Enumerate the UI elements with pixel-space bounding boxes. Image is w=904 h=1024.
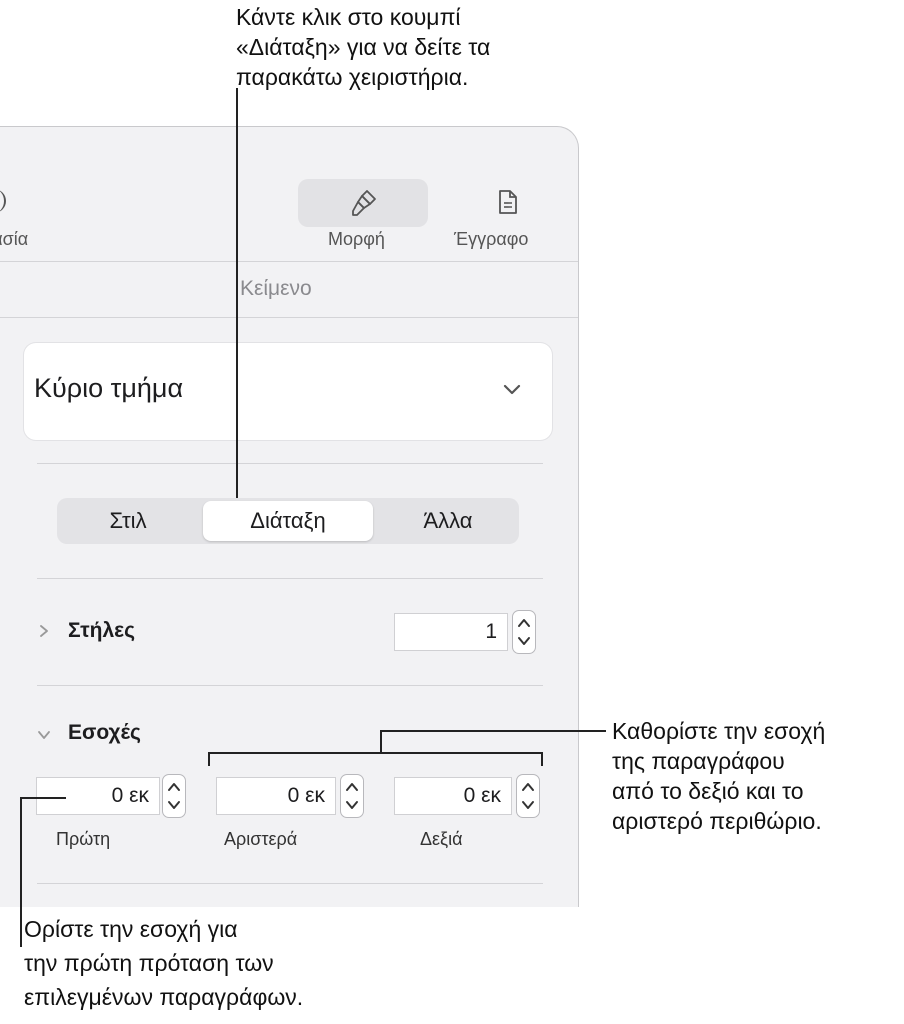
indent-first-field[interactable]: 0 εκ [36,777,160,815]
callout-bracket [208,752,210,766]
columns-field[interactable]: 1 [394,613,508,651]
chevron-right-icon[interactable] [38,623,50,644]
indent-left-field[interactable]: 0 εκ [216,777,336,815]
callout-bracket [208,752,542,754]
callout-line: Κάντε κλικ στο κουμπί [236,4,461,30]
callout-line: αριστερό περιθώριο. [612,808,822,834]
segment-layout[interactable]: Διάταξη [203,501,373,541]
indent-right-stepper[interactable] [516,774,540,818]
paragraph-style-dropdown[interactable]: Κύριο τμήμα [24,343,552,440]
callout-left-right-indent: Καθορίστε την εσοχή της παραγράφου από τ… [612,716,825,836]
divider [37,685,543,686]
indent-right-field[interactable]: 0 εκ [394,777,512,815]
divider [37,578,543,579]
segment-style[interactable]: Στιλ [57,501,199,541]
callout-leader-line [380,730,606,732]
tab-document-label[interactable]: Έγγραφο [454,229,528,250]
callout-bracket [380,730,382,752]
indents-label: Εσοχές [68,721,141,744]
indent-left-label: Αριστερά [224,829,298,849]
callout-leader-line [20,797,22,947]
callout-leader-line [20,797,66,799]
columns-stepper[interactable] [512,610,536,654]
divider [37,463,543,464]
callout-line: Καθορίστε την εσοχή [612,718,826,744]
divider [37,883,543,884]
callout-leader-line [236,88,238,498]
indent-right-label: Δεξιά [420,829,463,849]
format-inspector-panel: ρασία Μορφή Έγγραφο Κείμενο Κύριο τμήμα [0,126,579,907]
paintbrush-icon [350,188,378,223]
document-icon[interactable] [498,189,518,220]
tab-format-label[interactable]: Μορφή [328,229,385,250]
columns-label: Στήλες [68,619,136,642]
callout-line: της παραγράφου [612,748,785,774]
partial-tab-icon[interactable] [0,189,6,213]
chevron-down-icon[interactable] [36,728,52,746]
callout-bracket [541,752,543,766]
section-title: Κείμενο [240,277,312,300]
tab-format[interactable] [298,179,428,227]
indent-first-label: Πρώτη [56,829,111,849]
callout-line: επιλεγμένων παραγράφων. [24,984,304,1010]
toolbar-divider [0,261,578,262]
callout-line: παρακάτω χειριστήρια. [236,64,469,90]
text-segmented-control: Στιλ Διάταξη Άλλα [57,498,519,544]
indent-first-stepper[interactable] [162,774,186,818]
chevron-down-icon [502,383,522,402]
callout-layout-button: Κάντε κλικ στο κουμπί «Διάταξη» για να δ… [236,2,490,92]
callout-line: «Διάταξη» για να δείτε τα [236,34,491,60]
callout-line: την πρώτη πρόταση των [24,950,274,976]
callout-line: από το δεξιό και το [612,778,804,804]
partial-tab-label[interactable]: ρασία [0,229,28,250]
segment-more[interactable]: Άλλα [377,501,519,541]
callout-line: Ορίστε την εσοχή για [24,916,238,942]
paragraph-style-value: Κύριο τμήμα [34,373,184,403]
section-divider [0,317,578,318]
indent-left-stepper[interactable] [340,774,364,818]
